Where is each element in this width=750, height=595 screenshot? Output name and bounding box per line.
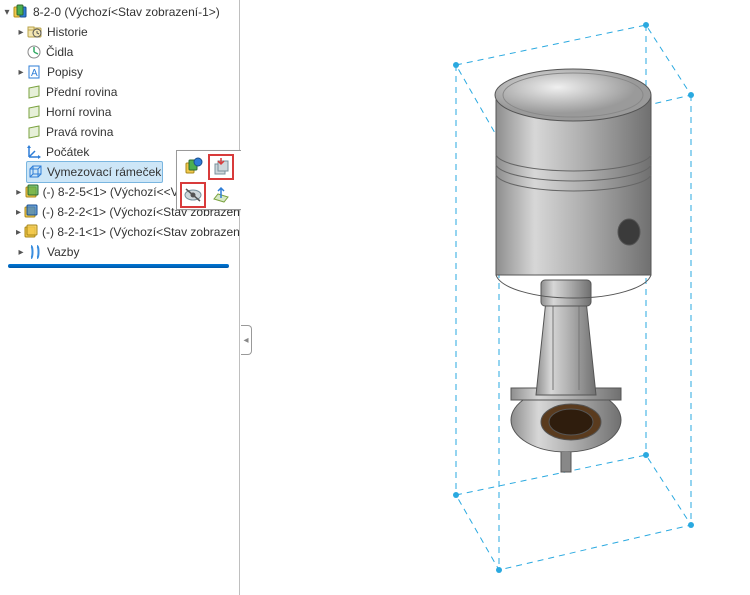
right-plane-label: Pravá rovina xyxy=(46,122,113,142)
edit-feature-button[interactable] xyxy=(180,154,206,180)
mates-label: Vazby xyxy=(47,242,79,262)
history-label: Historie xyxy=(47,22,88,42)
expand-caret[interactable]: ▸ xyxy=(16,27,26,37)
plane-icon xyxy=(26,104,42,120)
hide-components-button[interactable] xyxy=(208,154,234,180)
tree-history[interactable]: ▸ Historie xyxy=(0,22,239,42)
expand-caret[interactable]: ▾ xyxy=(2,7,12,17)
tree-mates[interactable]: ▸ Vazby xyxy=(0,242,239,262)
plane-icon xyxy=(26,84,42,100)
feature-tree: ▾ 8-2-0 (Výchozí<Stav zobrazení-1>) ▸ Hi… xyxy=(0,0,240,595)
bounding-box-label: Vymezovací rámeček xyxy=(47,162,161,182)
annotations-icon: A xyxy=(27,64,43,80)
svg-text:A: A xyxy=(31,68,38,79)
tree-end-bar xyxy=(8,264,229,268)
tree-bounding-box[interactable]: Vymezovací rámeček xyxy=(26,161,163,183)
panel-collapse-handle[interactable]: ◂ xyxy=(241,325,252,355)
front-plane-label: Přední rovina xyxy=(46,82,117,102)
expand-caret[interactable]: ▸ xyxy=(16,247,26,257)
expand-caret[interactable]: ▸ xyxy=(16,187,22,197)
part-icon xyxy=(22,224,38,240)
hide-button[interactable] xyxy=(180,182,206,208)
graphics-viewport[interactable] xyxy=(241,0,750,595)
assembly-icon xyxy=(13,4,29,20)
origin-label: Počátek xyxy=(46,142,89,162)
origin-icon xyxy=(26,144,42,160)
tree-notes[interactable]: ▸ A Popisy xyxy=(0,62,239,82)
model-view xyxy=(241,0,750,595)
history-folder-icon xyxy=(27,24,43,40)
tree-sensors[interactable]: Čidla xyxy=(0,42,239,62)
mates-icon xyxy=(27,244,43,260)
tree-front-plane[interactable]: Přední rovina xyxy=(0,82,239,102)
sensors-label: Čidla xyxy=(46,42,73,62)
part-icon xyxy=(22,204,38,220)
tree-root[interactable]: ▾ 8-2-0 (Výchozí<Stav zobrazení-1>) xyxy=(0,2,239,22)
bounding-box-icon xyxy=(27,164,43,180)
part-icon xyxy=(23,184,39,200)
normal-to-button[interactable] xyxy=(208,182,234,208)
plane-icon xyxy=(26,124,42,140)
tree-top-plane[interactable]: Horní rovina xyxy=(0,102,239,122)
tree-right-plane[interactable]: Pravá rovina xyxy=(0,122,239,142)
expand-caret[interactable]: ▸ xyxy=(16,67,26,77)
top-plane-label: Horní rovina xyxy=(46,102,111,122)
expand-caret[interactable]: ▸ xyxy=(16,227,21,237)
notes-label: Popisy xyxy=(47,62,83,82)
sensors-icon xyxy=(26,44,42,60)
root-label: 8-2-0 (Výchozí<Stav zobrazení-1>) xyxy=(33,2,220,22)
tree-part-3[interactable]: ▸ (-) 8-2-1<1> (Výchozí<Stav zobrazen xyxy=(0,222,239,242)
expand-caret[interactable]: ▸ xyxy=(16,207,21,217)
part-3-label: (-) 8-2-1<1> (Výchozí<Stav zobrazen xyxy=(42,222,240,242)
